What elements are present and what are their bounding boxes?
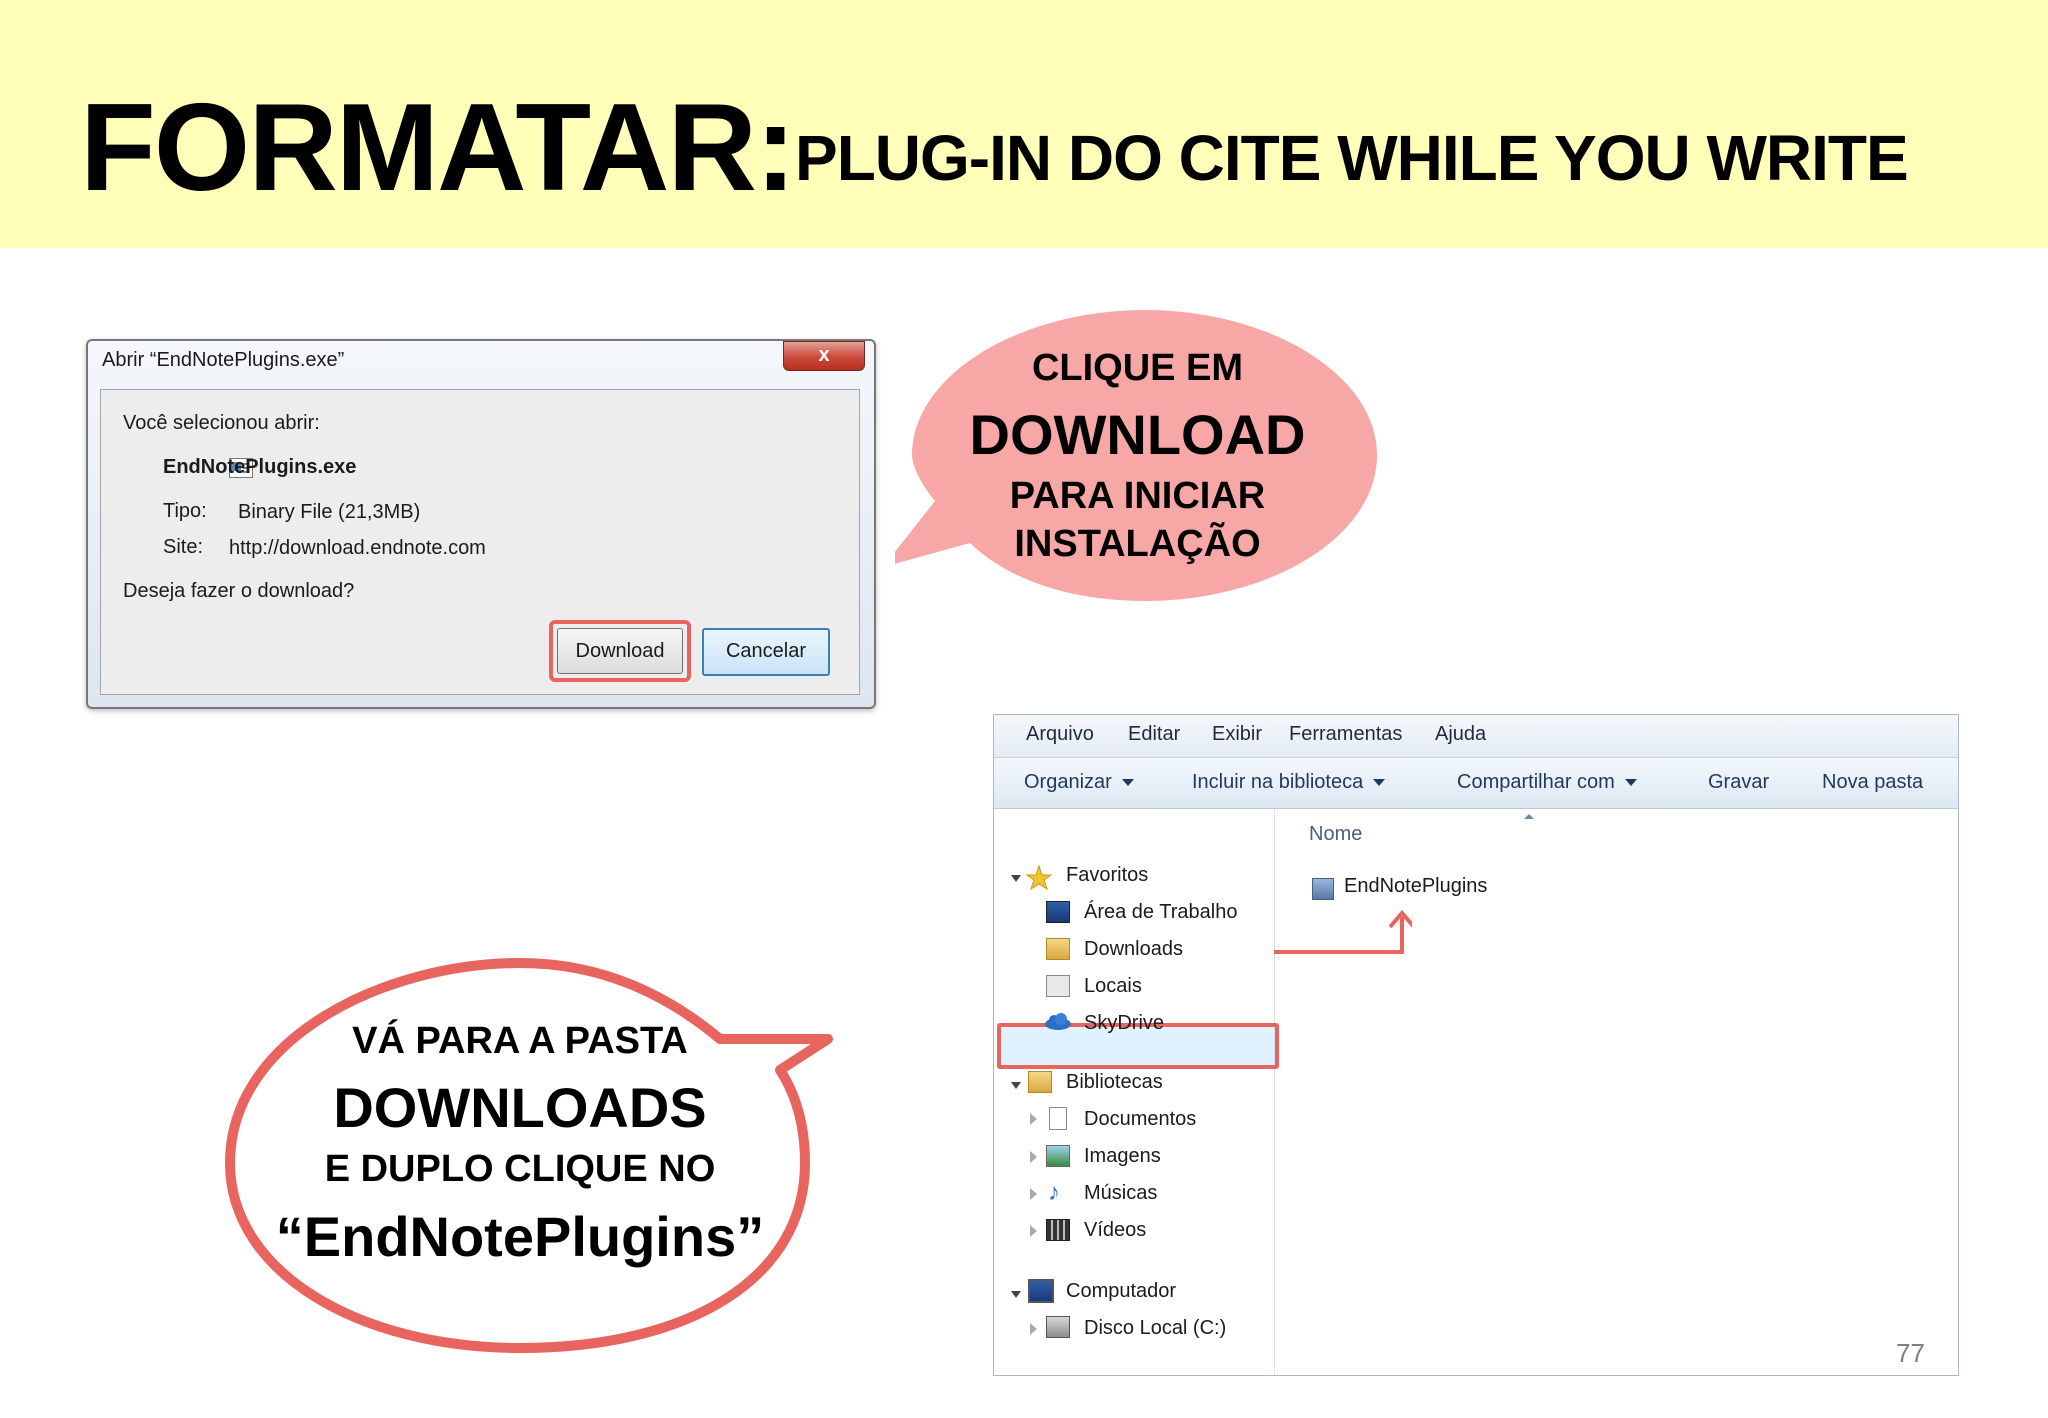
nav-documents[interactable]: Documentos — [1084, 1108, 1196, 1131]
menu-ajuda[interactable]: Ajuda — [1435, 723, 1486, 746]
bubble2-line3: E DUPLO CLIQUE NO — [324, 1148, 716, 1190]
videos-icon — [1046, 1219, 1070, 1241]
downloads-folder-icon — [1046, 938, 1070, 960]
installer-file-icon — [1312, 878, 1334, 900]
expand-arrow-icon[interactable] — [1011, 875, 1021, 882]
open-file-dialog: Abrir “EndNotePlugins.exe” x Você seleci… — [86, 339, 876, 709]
connector-arrow — [1274, 909, 1412, 954]
local-disk-icon — [1046, 1316, 1070, 1338]
include-library-button[interactable]: Incluir na biblioteca — [1192, 771, 1386, 794]
selected-label: Você selecionou abrir: — [123, 412, 320, 434]
chevron-down-icon — [1121, 779, 1134, 787]
slide-title: FORMATAR: — [80, 79, 796, 217]
nav-favorites[interactable]: Favoritos — [1066, 864, 1148, 887]
file-item-endnoteplugins[interactable]: EndNotePlugins — [1344, 875, 1487, 898]
close-icon: x — [818, 344, 830, 366]
share-with-button[interactable]: Compartilhar com — [1457, 771, 1637, 794]
bubble2-line2: DOWNLOADS — [333, 1076, 707, 1139]
site-value: http://download.endnote.com — [229, 537, 486, 559]
site-label: Site: — [163, 536, 204, 558]
burn-button[interactable]: Gravar — [1708, 771, 1769, 794]
menu-ferramentas[interactable]: Ferramentas — [1289, 723, 1402, 746]
menu-editar[interactable]: Editar — [1128, 723, 1180, 746]
libraries-icon — [1028, 1071, 1052, 1093]
slide-subtitle: PLUG-IN DO CITE WHILE YOU WRITE — [795, 122, 1909, 194]
skydrive-cloud-icon — [1045, 1013, 1071, 1030]
collapse-arrow-icon[interactable] — [1030, 1151, 1037, 1163]
expand-arrow-icon[interactable] — [1011, 1082, 1021, 1089]
bubble1-line2: DOWNLOAD — [969, 403, 1306, 466]
callout-bubble-download: CLIQUE EM DOWNLOAD PARA INICIAR INSTALAÇ… — [895, 305, 1380, 605]
dialog-title: Abrir “EndNotePlugins.exe” — [102, 349, 345, 371]
nav-computer[interactable]: Computador — [1066, 1280, 1176, 1303]
collapse-arrow-icon[interactable] — [1030, 1113, 1037, 1125]
bubble2-line4: “EndNotePlugins” — [275, 1205, 765, 1268]
navigation-pane: Favoritos Área de Trabalho Downloads Loc… — [994, 809, 1279, 1375]
computer-icon — [1028, 1279, 1054, 1303]
menu-exibir[interactable]: Exibir — [1212, 723, 1262, 746]
recent-places-icon — [1046, 975, 1070, 997]
cancel-button[interactable]: Cancelar — [702, 628, 830, 676]
collapse-arrow-icon[interactable] — [1030, 1323, 1037, 1335]
dialog-panel: Você selecionou abrir: EndNotePlugins.ex… — [100, 389, 860, 695]
bubble1-line1: CLIQUE EM — [1031, 347, 1244, 389]
nav-desktop[interactable]: Área de Trabalho — [1084, 901, 1237, 924]
share-with-label: Compartilhar com — [1457, 771, 1615, 793]
bubble1-line4: INSTALAÇÃO — [1014, 523, 1261, 565]
page-number: 77 — [1896, 1338, 1925, 1368]
type-label: Tipo: — [163, 500, 207, 522]
menu-bar: Arquivo Editar Exibir Ferramentas Ajuda — [994, 715, 1958, 758]
file-name: EndNotePlugins.exe — [163, 456, 357, 478]
desktop-icon — [1046, 901, 1070, 923]
nav-videos[interactable]: Vídeos — [1084, 1219, 1146, 1242]
music-icon: ♪ — [1048, 1179, 1060, 1206]
close-button[interactable]: x — [783, 341, 865, 371]
star-icon — [1026, 865, 1052, 891]
nav-skydrive[interactable]: SkyDrive — [1084, 1012, 1164, 1035]
nav-images[interactable]: Imagens — [1084, 1145, 1161, 1168]
nav-libraries[interactable]: Bibliotecas — [1066, 1071, 1163, 1094]
new-folder-button[interactable]: Nova pasta — [1822, 771, 1923, 794]
organize-button[interactable]: Organizar — [1024, 771, 1134, 794]
column-header-name[interactable]: Nome — [1309, 823, 1362, 846]
images-icon — [1046, 1145, 1070, 1167]
organize-label: Organizar — [1024, 771, 1112, 793]
callout-bubble-downloads: VÁ PARA A PASTA DOWNLOADS E DUPLO CLIQUE… — [220, 958, 840, 1358]
chevron-down-icon — [1373, 779, 1386, 787]
nav-local-disk[interactable]: Disco Local (C:) — [1084, 1317, 1226, 1340]
command-bar: Organizar Incluir na biblioteca Comparti… — [994, 758, 1958, 809]
collapse-arrow-icon[interactable] — [1030, 1225, 1037, 1237]
include-library-label: Incluir na biblioteca — [1192, 771, 1364, 793]
documents-icon — [1049, 1107, 1067, 1130]
file-explorer-window: Arquivo Editar Exibir Ferramentas Ajuda … — [993, 714, 1959, 1376]
nav-music[interactable]: Músicas — [1084, 1182, 1157, 1205]
bubble2-line1: VÁ PARA A PASTA — [352, 1020, 688, 1062]
menu-arquivo[interactable]: Arquivo — [1026, 723, 1094, 746]
expand-arrow-icon[interactable] — [1011, 1291, 1021, 1298]
download-button[interactable]: Download — [557, 628, 683, 674]
nav-locais[interactable]: Locais — [1084, 975, 1142, 998]
sort-arrow-icon — [1524, 814, 1534, 819]
chevron-down-icon — [1624, 779, 1637, 787]
type-value: Binary File (21,3MB) — [238, 501, 421, 523]
nav-downloads[interactable]: Downloads — [1084, 938, 1183, 961]
bubble1-line3: PARA INICIAR — [1009, 475, 1266, 517]
collapse-arrow-icon[interactable] — [1030, 1188, 1037, 1200]
download-question: Deseja fazer o download? — [123, 580, 355, 602]
